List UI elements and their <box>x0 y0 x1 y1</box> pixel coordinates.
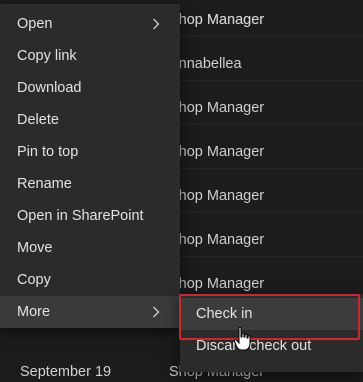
menu-item-label: Download <box>17 80 82 96</box>
context-menu: Open Copy link Download Delete Pin to to… <box>0 4 180 328</box>
menu-item-label: Check in <box>196 306 253 322</box>
menu-item-download[interactable]: Download <box>0 72 180 104</box>
menu-item-more[interactable]: More <box>0 296 180 328</box>
menu-item-move[interactable]: Move <box>0 232 180 264</box>
row-modified-by: Shop Manager <box>169 100 265 116</box>
menu-item-open-in-sharepoint[interactable]: Open in SharePoint <box>0 200 180 232</box>
menu-item-label: Move <box>17 240 53 256</box>
menu-item-label: Open <box>17 16 53 32</box>
menu-item-pin-to-top[interactable]: Pin to top <box>0 136 180 168</box>
chevron-right-icon <box>152 8 162 40</box>
menu-item-label: Discard check out <box>196 338 312 354</box>
row-modified-by: Shop Manager <box>169 276 265 292</box>
row-modified-by: Shop Manager <box>169 144 265 160</box>
menu-item-label: More <box>17 304 51 320</box>
menu-item-label: Open in SharePoint <box>17 208 144 224</box>
more-submenu: Check in Discard check out <box>180 294 363 372</box>
menu-item-delete[interactable]: Delete <box>0 104 180 136</box>
row-modified-by: Shop Manager <box>169 188 265 204</box>
menu-item-discard-check-out[interactable]: Discard check out <box>180 330 363 362</box>
menu-item-check-in[interactable]: Check in <box>180 298 363 330</box>
menu-item-label: Delete <box>17 112 59 128</box>
menu-item-label: Rename <box>17 176 72 192</box>
row-modified-by: Shop Manager <box>169 12 265 28</box>
menu-item-rename[interactable]: Rename <box>0 168 180 200</box>
menu-item-label: Copy <box>17 272 51 288</box>
menu-item-open[interactable]: Open <box>0 8 180 40</box>
row-modified-by: Shop Manager <box>169 232 265 248</box>
menu-item-label: Copy link <box>17 48 77 64</box>
hand-cursor-icon <box>233 326 253 352</box>
menu-item-copy-link[interactable]: Copy link <box>0 40 180 72</box>
menu-item-copy[interactable]: Copy <box>0 264 180 296</box>
chevron-right-icon <box>152 296 162 328</box>
menu-item-label: Pin to top <box>17 144 79 160</box>
file-list-view: Shop Manager Annabellea Shop Manager Sho… <box>0 0 363 382</box>
row-date: September 19 <box>20 364 112 380</box>
